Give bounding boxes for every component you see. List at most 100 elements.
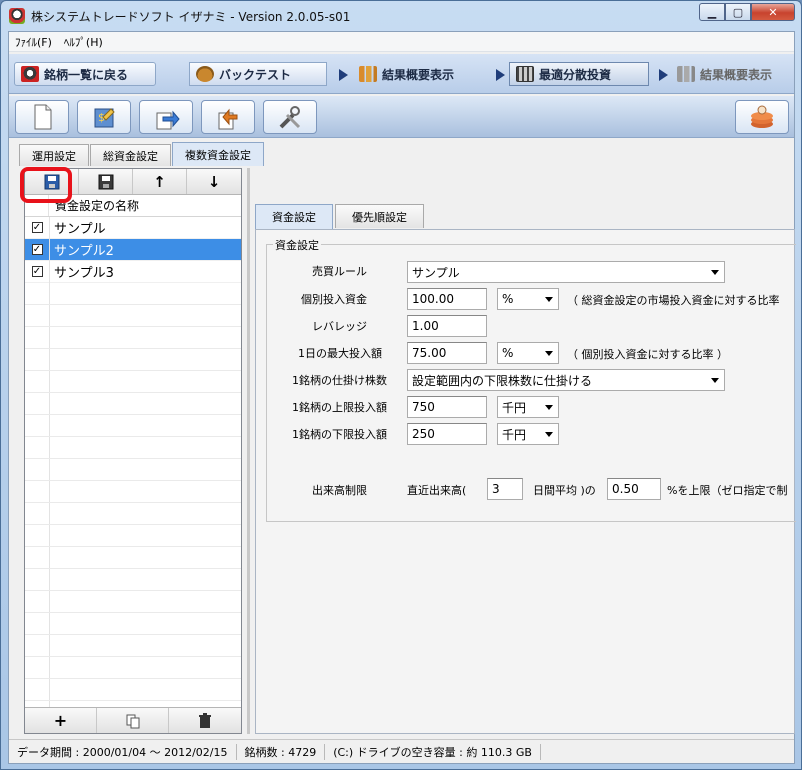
individual-fund-unit-select[interactable]: % xyxy=(497,288,559,310)
lower-limit-unit-select[interactable]: 千円 xyxy=(497,423,559,445)
trade-rule-label: 売買ルール xyxy=(312,265,367,278)
list-item[interactable]: ✓ サンプル xyxy=(25,217,241,239)
daily-max-label: 1日の最大投入額 xyxy=(298,347,382,360)
trade-rule-select[interactable]: サンプル xyxy=(407,261,725,283)
chevron-down-icon xyxy=(545,405,553,410)
backtest-tab[interactable]: バックテスト xyxy=(189,62,327,86)
plus-icon: + xyxy=(53,711,68,730)
new-file-button[interactable] xyxy=(15,100,69,134)
volume-text-2: 日間平均 )の xyxy=(533,484,596,497)
column-header-name: 資金設定の名称 xyxy=(55,199,140,213)
individual-fund-input[interactable]: 100.00 xyxy=(407,288,487,310)
close-button[interactable]: ✕ xyxy=(751,3,795,21)
list-bottom-toolbar: + xyxy=(25,707,241,733)
optimal-diversification-tab[interactable]: 最適分散投資 xyxy=(509,62,649,86)
upper-limit-input[interactable]: 750 xyxy=(407,396,487,418)
window-title: 株システムトレードソフト イザナミ - Version 2.0.05-s01 xyxy=(31,9,351,24)
detail-tabs: 資金設定 優先順設定 xyxy=(255,204,426,229)
chevron-down-icon xyxy=(545,432,553,437)
empty-row xyxy=(25,569,241,591)
menu-bar: ﾌｧｲﾙ(F) ﾍﾙﾌﾟ(H) xyxy=(9,32,794,52)
status-disk-space: (C:) ドライブの空き容量 : 約 110.3 GB xyxy=(325,743,541,760)
fund-settings-list-panel: ↑ ↓ 資金設定の名称 ✓ サンプル ✓ サンプル2 ✓ サンプル3 + xyxy=(24,168,242,734)
empty-row xyxy=(25,679,241,701)
delete-item-button[interactable] xyxy=(169,708,241,733)
copy-icon xyxy=(126,714,139,728)
item-checkbox[interactable]: ✓ xyxy=(31,266,43,277)
new-document-icon xyxy=(34,104,52,130)
maximize-button[interactable]: ▢ xyxy=(725,3,751,21)
empty-row xyxy=(25,393,241,415)
step-arrow-icon xyxy=(496,69,505,81)
move-down-button[interactable]: ↓ xyxy=(187,169,241,194)
tab-total-fund-settings[interactable]: 総資金設定 xyxy=(90,144,171,166)
status-stock-count: 銘柄数 : 4729 xyxy=(237,743,326,760)
group-title: 資金設定 xyxy=(273,237,321,253)
leverage-input[interactable]: 1.00 xyxy=(407,315,487,337)
empty-row xyxy=(25,547,241,569)
item-checkbox[interactable]: ✓ xyxy=(31,244,43,255)
daily-max-input[interactable]: 75.00 xyxy=(407,342,487,364)
item-checkbox[interactable]: ✓ xyxy=(31,222,43,233)
status-data-period: データ期間 : 2000/01/04 〜 2012/02/15 xyxy=(9,743,237,760)
grid-icon xyxy=(516,66,534,82)
empty-row xyxy=(25,349,241,371)
export-button[interactable] xyxy=(139,100,193,134)
individual-fund-label: 個別投入資金 xyxy=(301,293,367,306)
tools-button[interactable] xyxy=(263,100,317,134)
fund-settings-button[interactable]: $ xyxy=(77,100,131,134)
empty-row xyxy=(25,305,241,327)
empty-row xyxy=(25,371,241,393)
daily-max-note: （ 個別投入資金に対する比率 ） xyxy=(567,348,728,361)
export-icon xyxy=(156,110,180,130)
volume-limit-label: 出来高制限 xyxy=(312,484,367,497)
chevron-down-icon xyxy=(545,351,553,356)
tab-fund-settings[interactable]: 資金設定 xyxy=(255,204,333,229)
trash-icon xyxy=(199,712,211,728)
add-item-button[interactable]: + xyxy=(25,708,97,733)
chart-icon xyxy=(359,66,377,82)
daily-max-unit-select[interactable]: % xyxy=(497,342,559,364)
panel-splitter[interactable] xyxy=(247,168,250,734)
tab-priority-settings[interactable]: 優先順設定 xyxy=(335,204,424,228)
leverage-label: レバレッジ xyxy=(312,320,367,333)
tab-operation-settings[interactable]: 運用設定 xyxy=(19,144,89,166)
list-item[interactable]: ✓ サンプル3 xyxy=(25,261,241,283)
save-as-button[interactable] xyxy=(79,169,133,194)
move-up-button[interactable]: ↑ xyxy=(133,169,187,194)
empty-row xyxy=(25,327,241,349)
volume-ratio-input[interactable]: 0.50 xyxy=(607,478,661,500)
arrow-up-icon: ↑ xyxy=(153,172,166,191)
shares-select[interactable]: 設定範囲内の下限株数に仕掛ける xyxy=(407,369,725,391)
import-icon xyxy=(218,108,238,130)
volume-text-3: %を上限（ゼロ指定で制 xyxy=(667,484,788,497)
analyze-button[interactable] xyxy=(735,100,789,134)
lower-limit-label: 1銘柄の下限投入額 xyxy=(292,428,387,441)
tab-multiple-fund-settings[interactable]: 複数資金設定 xyxy=(172,142,264,166)
upper-limit-unit-select[interactable]: 千円 xyxy=(497,396,559,418)
arrow-down-icon: ↓ xyxy=(207,172,221,191)
volume-days-input[interactable]: 3 xyxy=(487,478,523,500)
client-area: ﾌｧｲﾙ(F) ﾍﾙﾌﾟ(H) 銘柄一覧に戻る バックテスト 結果概要表示 最適… xyxy=(8,31,796,764)
step-arrow-icon xyxy=(339,69,348,81)
menu-file[interactable]: ﾌｧｲﾙ(F) xyxy=(9,34,58,50)
result-summary-tab[interactable]: 結果概要表示 xyxy=(353,62,487,86)
application-window: 株システムトレードソフト イザナミ - Version 2.0.05-s01 ▁… xyxy=(0,0,802,770)
list-item-selected[interactable]: ✓ サンプル2 xyxy=(25,239,241,261)
money-document-icon: $ xyxy=(94,108,115,128)
menu-help[interactable]: ﾍﾙﾌﾟ(H) xyxy=(58,34,109,50)
result-summary-2-tab[interactable]: 結果概要表示 xyxy=(671,62,793,86)
minimize-button[interactable]: ▁ xyxy=(699,3,725,21)
import-button[interactable] xyxy=(201,100,255,134)
back-to-list-button[interactable]: 銘柄一覧に戻る xyxy=(14,62,156,86)
list-toolbar: ↑ ↓ xyxy=(25,169,241,195)
empty-row xyxy=(25,635,241,657)
save-button[interactable] xyxy=(25,169,79,194)
lower-limit-input[interactable]: 250 xyxy=(407,423,487,445)
title-bar: 株システムトレードソフト イザナミ - Version 2.0.05-s01 ▁… xyxy=(1,1,801,31)
shares-label: 1銘柄の仕掛け株数 xyxy=(292,374,387,387)
copy-item-button[interactable] xyxy=(97,708,169,733)
volume-text-1: 直近出来高( xyxy=(407,484,467,497)
money-bag-icon xyxy=(196,66,214,82)
status-bar: データ期間 : 2000/01/04 〜 2012/02/15 銘柄数 : 47… xyxy=(9,739,794,763)
